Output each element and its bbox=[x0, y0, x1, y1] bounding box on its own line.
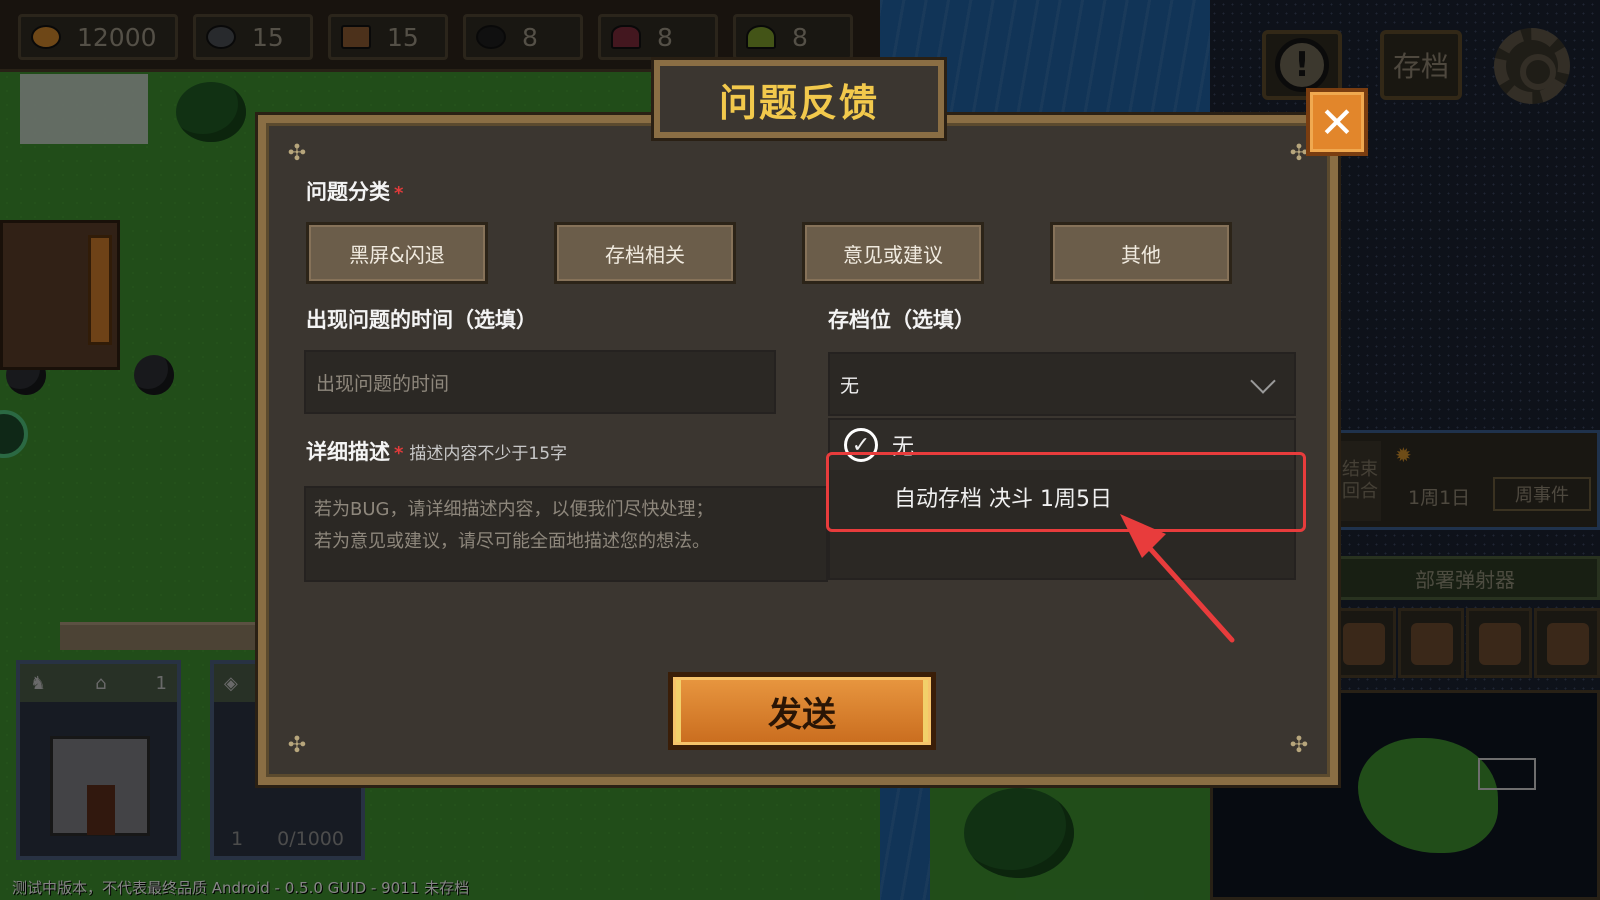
detail-label: 详细描述 * 描述内容不少于15字 bbox=[306, 436, 567, 466]
detail-textarea[interactable]: 若为BUG，请详细描述内容，以便我们尽快处理； 若为意见或建议，请尽可能全面地描… bbox=[304, 486, 828, 582]
time-input[interactable]: 出现问题的时间 bbox=[304, 350, 776, 414]
dialog-title: 问题反馈 bbox=[718, 80, 879, 125]
required-asterisk: * bbox=[394, 443, 404, 464]
send-button[interactable]: 发送 bbox=[668, 672, 936, 750]
corner-ornament-icon: ✣ bbox=[287, 733, 307, 758]
time-input-placeholder: 出现问题的时间 bbox=[316, 372, 450, 395]
category-other-button[interactable]: 其他 bbox=[1050, 222, 1232, 284]
detail-placeholder-line1: 若为BUG，请详细描述内容，以便我们尽快处理； bbox=[314, 499, 714, 520]
save-slot-label: 存档位（选填） bbox=[828, 308, 975, 332]
close-icon: ✕ bbox=[1319, 97, 1355, 147]
save-slot-selected: 无 bbox=[840, 374, 860, 397]
category-suggestion-button[interactable]: 意见或建议 bbox=[802, 222, 984, 284]
corner-ornament-icon: ✣ bbox=[287, 141, 307, 166]
corner-ornament-icon: ✣ bbox=[1289, 733, 1309, 758]
required-asterisk: * bbox=[394, 183, 404, 204]
close-button[interactable]: ✕ bbox=[1306, 88, 1368, 156]
dialog-title-plate: 问题反馈 bbox=[651, 57, 947, 141]
detail-label-text: 详细描述 bbox=[306, 440, 390, 464]
category-label-text: 问题分类 bbox=[306, 180, 390, 204]
highlight-box bbox=[826, 452, 1306, 532]
category-label: 问题分类 * bbox=[306, 176, 403, 206]
detail-placeholder-line2: 若为意见或建议，请尽可能全面地描述您的想法。 bbox=[314, 531, 710, 552]
category-crash-button[interactable]: 黑屏&闪退 bbox=[306, 222, 488, 284]
time-label: 出现问题的时间（选填） bbox=[306, 308, 537, 332]
detail-hint: 描述内容不少于15字 bbox=[409, 444, 568, 464]
chevron-down-icon bbox=[1250, 368, 1276, 394]
category-save-button[interactable]: 存档相关 bbox=[554, 222, 736, 284]
save-slot-select[interactable]: 无 bbox=[828, 352, 1296, 416]
